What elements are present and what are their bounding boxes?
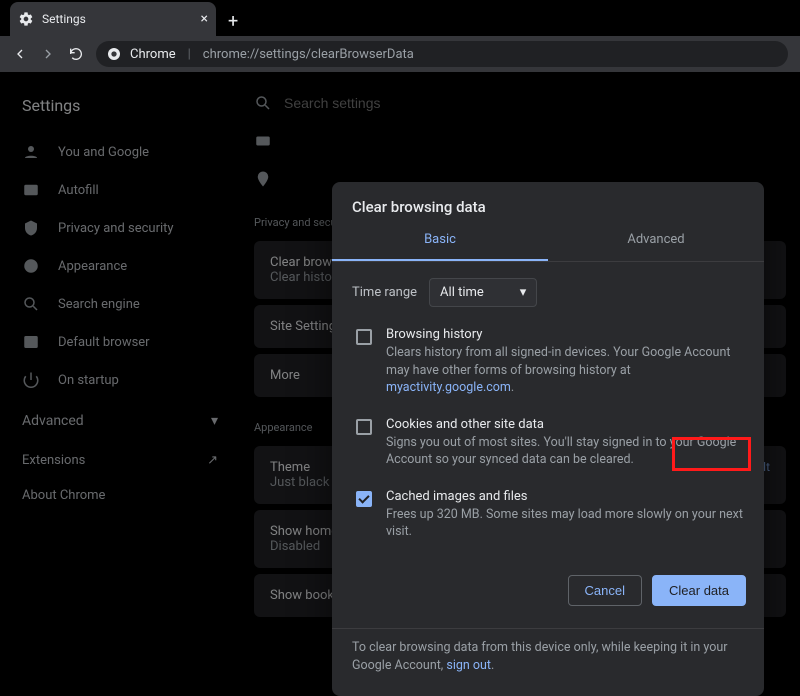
tab-title: Settings [42,12,193,26]
tab-basic[interactable]: Basic [332,220,548,261]
option-browsing-history[interactable]: Browsing history Clears history from all… [332,317,764,407]
tab-strip: Settings × + [0,0,800,36]
time-range-label: Time range [352,285,417,300]
checkbox-browsing-history[interactable] [356,329,372,345]
divider [332,628,764,629]
checkbox-cached-images[interactable] [356,491,372,507]
url-separator: | [188,47,191,62]
myactivity-link[interactable]: myactivity.google.com [386,380,511,395]
forward-button[interactable] [40,46,56,62]
dialog-footnote: To clear browsing data from this device … [332,639,764,696]
option-title: Cached images and files [386,489,744,504]
url-bar[interactable]: Chrome | chrome://settings/clearBrowserD… [96,41,788,67]
sign-out-link[interactable]: sign out [446,658,491,673]
option-desc: Frees up 320 MB. Some sites may load mor… [386,506,744,541]
clear-data-button[interactable]: Clear data [652,575,746,606]
dialog-title: Clear browsing data [332,182,764,220]
option-title: Cookies and other site data [386,417,744,432]
url-scheme: Chrome [130,47,176,62]
time-range-select[interactable]: All time ▾ [429,278,537,307]
time-range-value: All time [440,285,484,300]
modal-scrim: Clear browsing data Basic Advanced Time … [0,72,800,623]
option-cached-images[interactable]: Cached images and files Frees up 320 MB.… [332,479,764,551]
cancel-button[interactable]: Cancel [568,575,642,606]
browser-toolbar: Chrome | chrome://settings/clearBrowserD… [0,36,800,72]
checkbox-cookies[interactable] [356,419,372,435]
new-tab-button[interactable]: + [216,7,250,36]
option-desc: Clears history from all signed-in device… [386,344,744,397]
back-button[interactable] [12,46,28,62]
chrome-icon [106,46,122,62]
option-title: Browsing history [386,327,744,342]
tab-advanced[interactable]: Advanced [548,220,764,261]
reload-button[interactable] [68,46,84,62]
url-path: chrome://settings/clearBrowserData [203,47,414,62]
dialog-tabs: Basic Advanced [332,220,764,262]
browser-tab[interactable]: Settings × [10,2,216,36]
gear-icon [18,11,34,27]
time-range-row: Time range All time ▾ [332,262,764,317]
dialog-actions: Cancel Clear data [332,551,764,622]
annotation-highlight [672,437,751,471]
chevron-down-icon: ▾ [520,285,527,300]
close-icon[interactable]: × [201,11,208,27]
